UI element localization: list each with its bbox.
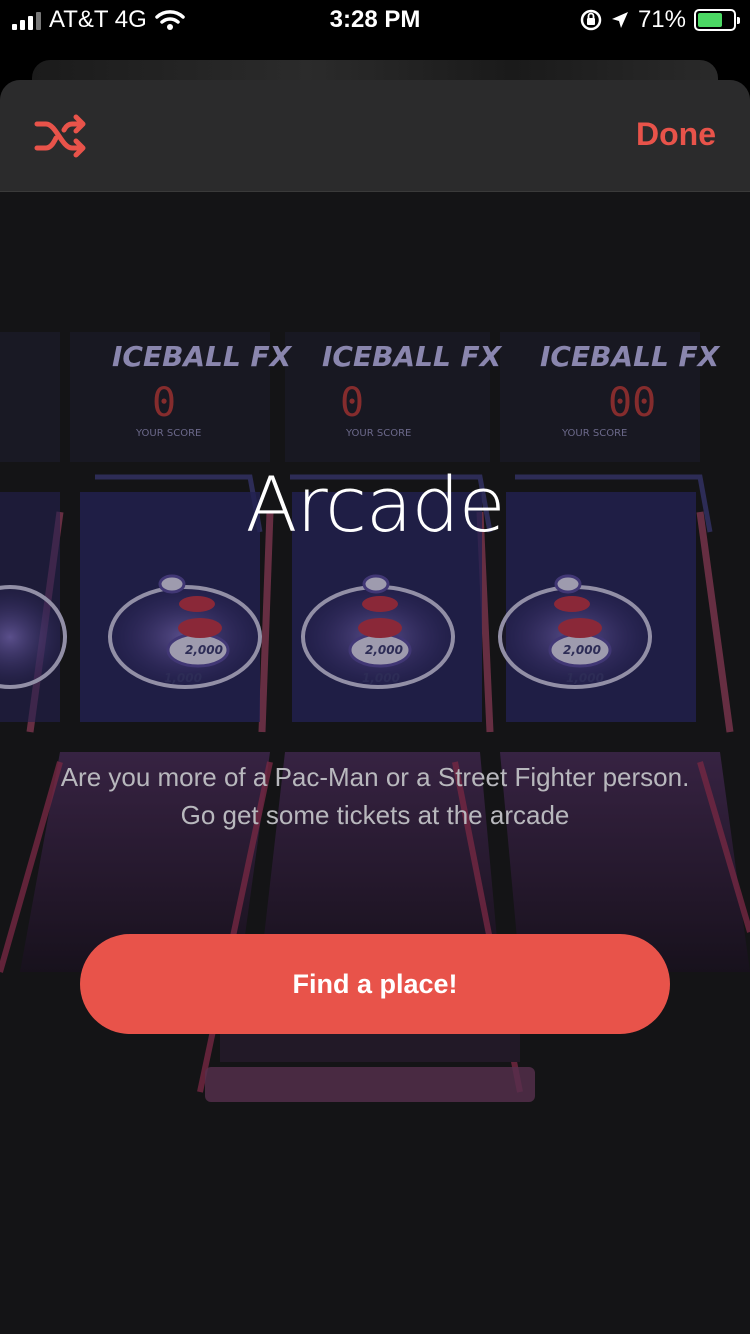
- done-button[interactable]: Done: [636, 116, 716, 153]
- battery-percent: 71%: [637, 6, 686, 33]
- activity-description: Are you more of a Pac-Man or a Street Fi…: [60, 762, 690, 830]
- orientation-lock-icon: [580, 9, 602, 31]
- location-icon: [611, 12, 628, 28]
- status-right: 71%: [580, 6, 740, 34]
- shuffle-icon[interactable]: [34, 114, 88, 158]
- find-a-place-button[interactable]: Find a place!: [80, 934, 670, 1034]
- battery-charging-icon: [694, 9, 740, 31]
- activity-sheet: Done ICEBALL FX ICEBALL FX ICEBALL FX 0 …: [0, 80, 750, 1334]
- screen: AT&T 4G 3:28 PM 71% Done ICEBALL FX ICEB…: [0, 0, 750, 1334]
- status-bar: AT&T 4G 3:28 PM 71%: [0, 0, 750, 40]
- sheet-nav-bar: Done: [0, 80, 750, 192]
- activity-hero: ICEBALL FX ICEBALL FX ICEBALL FX 0 0 00 …: [0, 192, 750, 1334]
- activity-title: Arcade: [245, 460, 506, 549]
